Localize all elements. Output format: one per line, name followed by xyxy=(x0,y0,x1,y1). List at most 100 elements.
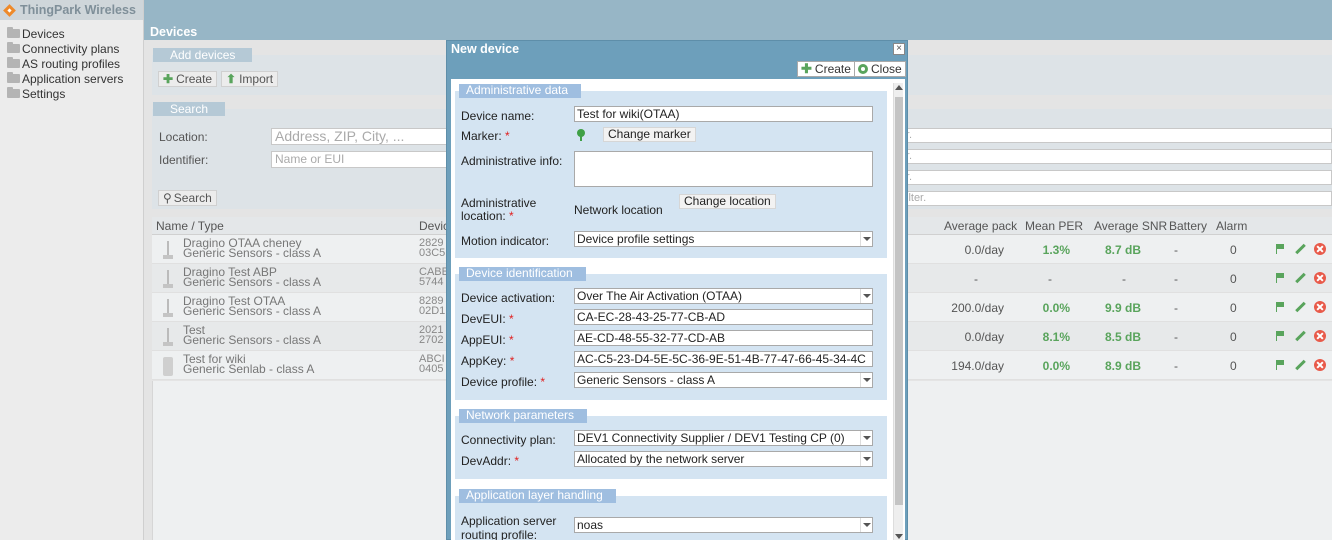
dialog-close-icon[interactable]: × xyxy=(893,43,905,55)
device-identification-legend: Device identification xyxy=(459,267,586,281)
appkey-input[interactable]: AC-C5-23-D4-5E-5C-36-9E-51-4B-77-47-66-4… xyxy=(574,351,873,367)
flag-icon[interactable] xyxy=(1274,301,1286,313)
flag-icon[interactable] xyxy=(1274,272,1286,284)
import-label: Import xyxy=(239,72,274,86)
nav-item-application-servers[interactable]: Application servers xyxy=(0,71,143,86)
delete-icon[interactable] xyxy=(1314,272,1326,284)
device-type: Generic Sensors - class A xyxy=(183,246,322,260)
appeui-label: AppEUI: * xyxy=(461,333,514,347)
left-navigation: ThingPark Wireless Devices Connectivity … xyxy=(0,0,144,540)
dialog-title: New device xyxy=(451,42,520,56)
add-devices-legend: Add devices xyxy=(153,48,253,62)
mean-per: 0.0% xyxy=(1042,359,1070,373)
dialog-create-button[interactable]: ✚ Create xyxy=(797,61,855,77)
deveui-input[interactable]: CA-EC-28-43-25-77-CB-AD xyxy=(574,309,873,325)
battery: - xyxy=(1174,301,1178,315)
device-type: Generic Sensors - class A xyxy=(183,304,322,318)
close-circle-icon xyxy=(858,64,868,74)
edit-icon[interactable] xyxy=(1294,243,1306,255)
map-pin-icon xyxy=(577,129,585,141)
search-legend: Search xyxy=(153,102,226,116)
create-label: Create xyxy=(176,72,213,86)
mean-per: 1.3% xyxy=(1042,243,1070,257)
change-marker-button[interactable]: Change marker xyxy=(603,127,696,142)
col-name-type[interactable]: Name / Type xyxy=(156,219,224,233)
device-name-label: Device name: xyxy=(461,109,535,123)
senlab-device-icon xyxy=(162,355,174,376)
thingpark-logo-icon xyxy=(3,4,16,17)
battery: - xyxy=(1174,243,1178,257)
device-profile-select[interactable]: Generic Sensors - class A xyxy=(574,372,873,388)
col-battery[interactable]: Battery xyxy=(1169,219,1207,233)
col-avg-snr[interactable]: Average SNR xyxy=(1094,219,1167,233)
nav-item-devices[interactable]: Devices xyxy=(0,26,143,41)
device-name-input[interactable]: Test for wiki(OTAA) xyxy=(574,106,873,122)
nav-item-label: Application servers xyxy=(22,71,124,86)
folder-icon xyxy=(7,27,20,38)
device-activation-select[interactable]: Over The Air Activation (OTAA) xyxy=(574,288,873,304)
search-button[interactable]: ⚲ Search xyxy=(158,190,217,206)
nav-item-connectivity-plans[interactable]: Connectivity plans xyxy=(0,41,143,56)
device-profile-label: Device profile: * xyxy=(461,375,546,389)
col-alarm[interactable]: Alarm xyxy=(1216,219,1247,233)
change-location-button[interactable]: Change location xyxy=(679,194,776,209)
mean-per: 8.1% xyxy=(1042,330,1070,344)
device-eui-line2: 0405 xyxy=(419,363,444,375)
devaddr-value: Allocated by the network server xyxy=(577,452,745,466)
delete-icon[interactable] xyxy=(1314,359,1326,371)
create-device-button[interactable]: ✚ Create xyxy=(158,71,218,87)
filter-combo-1[interactable]: r. xyxy=(902,128,1332,143)
scroll-down-arrow-icon[interactable] xyxy=(895,534,903,539)
location-input[interactable]: Address, ZIP, City, ... xyxy=(271,128,451,145)
filter-combo-2[interactable]: r. xyxy=(902,149,1332,164)
delete-icon[interactable] xyxy=(1314,301,1326,313)
identifier-input[interactable]: Name or EUI xyxy=(271,151,451,168)
scroll-up-arrow-icon[interactable] xyxy=(895,85,903,90)
edit-icon[interactable] xyxy=(1294,272,1306,284)
import-devices-button[interactable]: ⬆ Import xyxy=(221,71,279,87)
as-routing-label-2: routing profile: xyxy=(461,528,538,540)
new-device-dialog: New device × ✚ Create Close Administrativ… xyxy=(446,40,908,540)
motion-indicator-select[interactable]: Device profile settings xyxy=(574,231,873,247)
nav-item-settings[interactable]: Settings xyxy=(0,86,143,101)
device-eui-line2: 02D1 xyxy=(419,305,446,317)
as-routing-profile-select[interactable]: noas xyxy=(574,517,873,533)
col-avg-packets[interactable]: Average pack xyxy=(944,219,1017,233)
filter-combo-3[interactable]: r. xyxy=(902,170,1332,185)
motion-indicator-label: Motion indicator: xyxy=(461,234,550,248)
admin-location-label-2: location: * xyxy=(461,209,514,223)
device-type: Generic Sensors - class A xyxy=(183,333,322,347)
plus-icon: ✚ xyxy=(163,72,174,86)
delete-icon[interactable] xyxy=(1314,330,1326,342)
nav-item-label: Devices xyxy=(22,26,65,41)
scrollbar-thumb[interactable] xyxy=(895,97,903,505)
flag-icon[interactable] xyxy=(1274,330,1286,342)
flag-icon[interactable] xyxy=(1274,359,1286,371)
as-routing-profile-value: noas xyxy=(577,518,604,532)
delete-icon[interactable] xyxy=(1314,243,1326,255)
filter-combo-4[interactable]: ilter. xyxy=(902,191,1332,206)
edit-icon[interactable] xyxy=(1294,359,1306,371)
admin-info-textarea[interactable] xyxy=(574,151,873,187)
dialog-scrollbar[interactable] xyxy=(893,83,903,540)
avg-packets: 0.0/day xyxy=(964,330,1004,344)
admin-info-label: Administrative info: xyxy=(461,154,563,168)
edit-icon[interactable] xyxy=(1294,301,1306,313)
alarm: 0 xyxy=(1230,243,1237,257)
avg-snr: 9.9 dB xyxy=(1104,301,1141,315)
connectivity-plan-label: Connectivity plan: xyxy=(461,433,556,447)
page-title: Devices xyxy=(150,25,198,39)
col-device[interactable]: Devic xyxy=(419,219,449,233)
col-mean-per[interactable]: Mean PER xyxy=(1025,219,1083,233)
device-type: Generic Sensors - class A xyxy=(183,275,322,289)
folder-icon xyxy=(7,57,20,68)
edit-icon[interactable] xyxy=(1294,330,1306,342)
avg-packets: 194.0/day xyxy=(951,359,1004,373)
appeui-input[interactable]: AE-CD-48-55-32-77-CD-AB xyxy=(574,330,873,346)
nav-tree: Devices Connectivity plans AS routing pr… xyxy=(0,20,143,101)
flag-icon[interactable] xyxy=(1274,243,1286,255)
nav-item-as-routing-profiles[interactable]: AS routing profiles xyxy=(0,56,143,71)
dialog-close-button[interactable]: Close xyxy=(854,61,906,77)
connectivity-plan-select[interactable]: DEV1 Connectivity Supplier / DEV1 Testin… xyxy=(574,430,873,446)
devaddr-select[interactable]: Allocated by the network server xyxy=(574,451,873,467)
